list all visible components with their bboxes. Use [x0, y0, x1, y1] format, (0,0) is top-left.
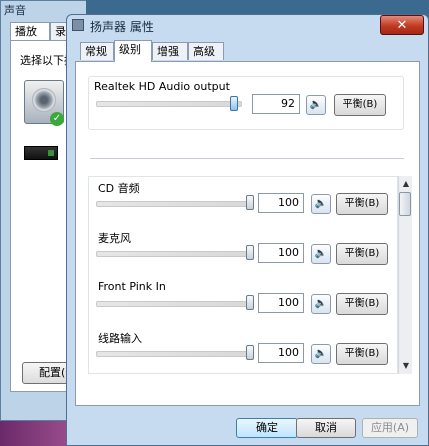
speaker-icon: 🔈 — [309, 99, 323, 110]
window-icon — [72, 19, 84, 31]
speaker-icon: 🔈 — [314, 248, 328, 259]
master-slider-thumb[interactable] — [230, 96, 238, 111]
channel-balance-button[interactable]: 平衡(B) — [336, 193, 388, 215]
master-label: Realtek HD Audio output — [94, 80, 230, 93]
window-title: 扬声器 属性 — [90, 20, 154, 34]
channel-slider-thumb[interactable] — [246, 245, 254, 260]
master-slider-track[interactable] — [96, 101, 242, 107]
speaker-cone-icon — [32, 88, 56, 112]
ok-button[interactable]: 确定 — [236, 418, 298, 438]
scroll-down-icon[interactable]: ▼ — [400, 360, 412, 372]
channel-slider-track[interactable] — [96, 301, 254, 307]
channel-mute-button[interactable]: 🔈 — [311, 244, 331, 264]
device-led-icon — [48, 150, 54, 156]
channel-balance-button[interactable]: 平衡(B) — [336, 343, 388, 365]
channel-slider-thumb[interactable] — [246, 195, 254, 210]
channel-slider-thumb[interactable] — [246, 295, 254, 310]
channel-slider-track[interactable] — [96, 351, 254, 357]
channel-label-cd: CD 音频 — [98, 182, 140, 195]
scrollbar-thumb[interactable] — [399, 192, 411, 216]
tab-levels[interactable]: 级别 — [114, 40, 152, 62]
master-value-field[interactable]: 92 — [252, 94, 300, 114]
tab-enhancements[interactable]: 增强 — [152, 42, 188, 60]
speaker-icon: 🔈 — [314, 198, 328, 209]
close-button[interactable]: ✕ — [380, 15, 424, 35]
channel-slider-thumb[interactable] — [246, 345, 254, 360]
channel-label-mic: 麦克风 — [98, 232, 131, 245]
channel-value-field[interactable]: 100 — [258, 193, 304, 213]
master-balance-button[interactable]: 平衡(B) — [334, 94, 386, 116]
tab-general[interactable]: 常规 — [80, 42, 114, 60]
tab-advanced[interactable]: 高级 — [188, 42, 224, 60]
cancel-button[interactable]: 取消 — [296, 418, 356, 438]
channel-label-front-pink-in: Front Pink In — [98, 280, 166, 293]
channel-slider-track[interactable] — [96, 201, 254, 207]
channel-slider-track[interactable] — [96, 251, 254, 257]
channel-mute-button[interactable]: 🔈 — [311, 294, 331, 314]
scroll-up-icon[interactable]: ▲ — [400, 178, 412, 190]
channel-label-line-in: 线路输入 — [98, 332, 142, 345]
master-mute-button[interactable]: 🔈 — [306, 95, 326, 115]
channel-value-field[interactable]: 100 — [258, 293, 304, 313]
channel-mute-button[interactable]: 🔈 — [311, 344, 331, 364]
channel-balance-button[interactable]: 平衡(B) — [336, 243, 388, 265]
separator — [90, 158, 404, 159]
channel-value-field[interactable]: 100 — [258, 243, 304, 263]
channel-value-field[interactable]: 100 — [258, 343, 304, 363]
apply-button[interactable]: 应用(A) — [362, 418, 418, 438]
speaker-icon: 🔈 — [314, 348, 328, 359]
channel-mute-button[interactable]: 🔈 — [311, 194, 331, 214]
default-check-icon: ✓ — [50, 112, 64, 126]
tab-playback[interactable]: 播放 — [10, 22, 50, 40]
speaker-icon: 🔈 — [314, 298, 328, 309]
channel-balance-button[interactable]: 平衡(B) — [336, 293, 388, 315]
